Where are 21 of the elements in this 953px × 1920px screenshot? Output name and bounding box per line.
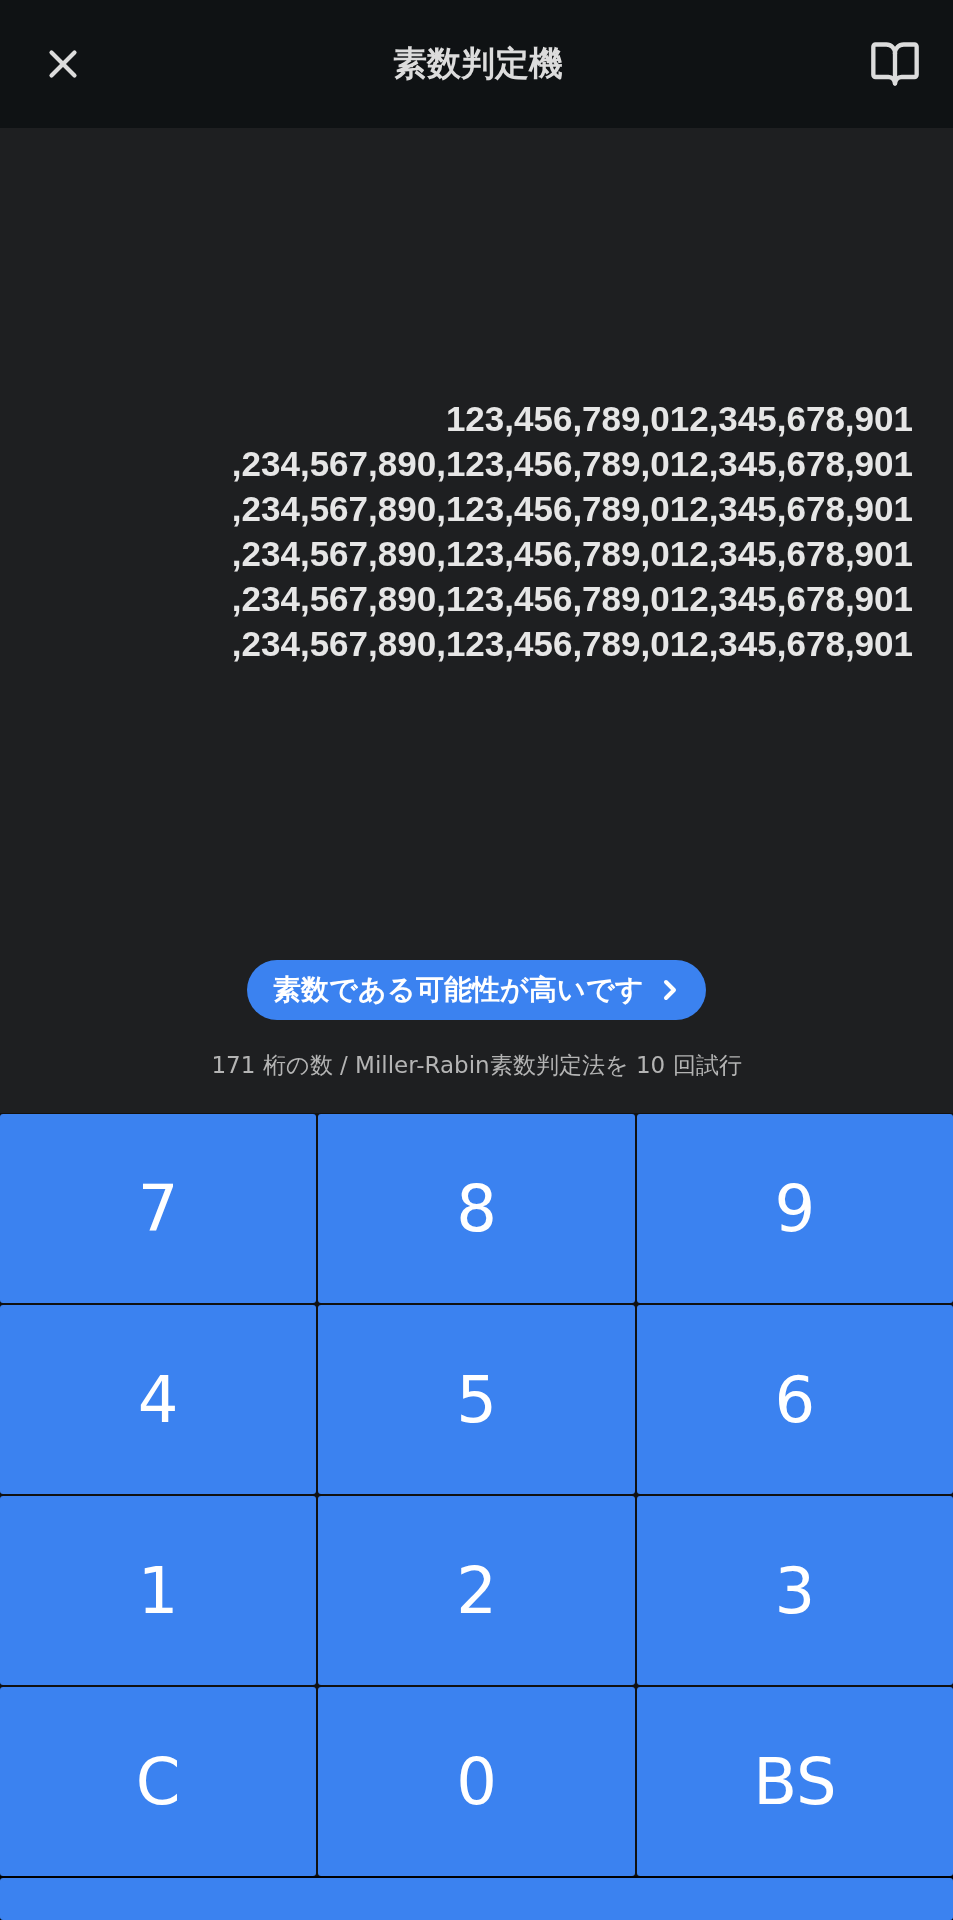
number-line: ,234,567,890,123,456,789,012,345,678,901 bbox=[231, 578, 913, 620]
keypad-key[interactable]: 7 bbox=[0, 1114, 317, 1303]
result-button[interactable]: 素数である可能性が高いです bbox=[247, 960, 706, 1020]
number-line: ,234,567,890,123,456,789,012,345,678,901 bbox=[231, 443, 913, 485]
number-line: ,234,567,890,123,456,789,012,345,678,901 bbox=[231, 533, 913, 575]
keypad-key[interactable]: 9 bbox=[636, 1114, 953, 1303]
keypad-key[interactable]: 4 bbox=[0, 1305, 317, 1494]
keypad-key[interactable]: BS bbox=[636, 1687, 953, 1876]
keypad-key[interactable]: C bbox=[0, 1687, 317, 1876]
keypad-key[interactable]: 0 bbox=[318, 1687, 635, 1876]
test-caption: 171 桁の数 / Miller-Rabin素数判定法を 10 回試行 bbox=[211, 1051, 742, 1080]
keypad-key[interactable]: 2 bbox=[318, 1496, 635, 1685]
number-line: ,234,567,890,123,456,789,012,345,678,901 bbox=[231, 488, 913, 530]
keypad-key[interactable]: 5 bbox=[318, 1305, 635, 1494]
keypad-key[interactable]: 3 bbox=[636, 1496, 953, 1685]
keypad-key[interactable]: 1 bbox=[0, 1496, 317, 1685]
number-line: ,234,567,890,123,456,789,012,345,678,901 bbox=[231, 623, 913, 665]
keypad-key[interactable]: 8 bbox=[318, 1114, 635, 1303]
keypad-key[interactable]: 6 bbox=[636, 1305, 953, 1494]
number-line: 123,456,789,012,345,678,901 bbox=[445, 398, 913, 440]
app-title: 素数判定機 bbox=[392, 42, 563, 85]
